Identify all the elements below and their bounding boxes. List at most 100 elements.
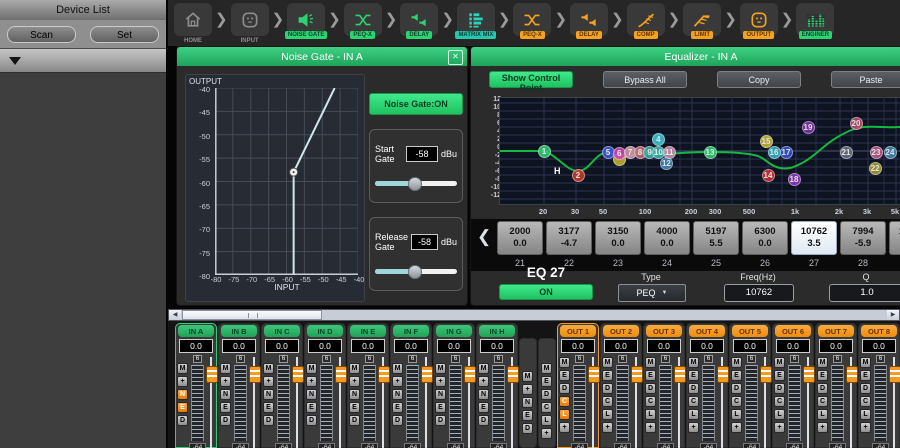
channel-tab[interactable]: OUT 1 — [560, 325, 596, 337]
channel-button-M[interactable]: M — [349, 363, 360, 374]
channel-button-+[interactable]: + — [435, 376, 446, 387]
toolbar-item-delay[interactable]: DELAY — [398, 3, 440, 39]
channel-button-L[interactable]: L — [688, 409, 699, 420]
channel-tab[interactable]: OUT 3 — [646, 325, 682, 337]
channel-button-E[interactable]: E — [541, 376, 552, 387]
channel-button-E[interactable]: E — [817, 370, 828, 381]
channel-button-+[interactable]: + — [817, 422, 828, 433]
channel-value-display[interactable]: 0.0 — [690, 339, 724, 353]
channel-button-+[interactable]: + — [349, 376, 360, 387]
channel-button-+[interactable]: + — [306, 376, 317, 387]
eq-point-14[interactable]: 14 — [762, 169, 775, 182]
paste-button[interactable]: Paste — [831, 71, 900, 88]
channel-button-+[interactable]: + — [177, 376, 188, 387]
channel-value-display[interactable]: 0.0 — [222, 339, 256, 353]
eq-freq-field[interactable]: 10762 — [724, 284, 794, 302]
channel-button-C[interactable]: C — [559, 396, 570, 407]
eq-point-2[interactable]: 2 — [572, 169, 585, 182]
channel-button-D[interactable]: D — [435, 415, 446, 426]
eq-type-dropdown[interactable]: PEQ ▼ — [618, 284, 686, 302]
eq-band-29[interactable]: 143404.229 — [889, 221, 900, 268]
channel-value-display[interactable]: 0.0 — [308, 339, 342, 353]
release-gate-value-field[interactable]: -58 — [411, 234, 438, 250]
channel-value-display[interactable]: 0.0 — [480, 339, 514, 353]
channel-button-N[interactable]: N — [435, 389, 446, 400]
noise-gate-transfer-plot[interactable] — [215, 88, 358, 275]
channel-button-D[interactable]: D — [860, 383, 871, 394]
channel-button-+[interactable]: + — [263, 376, 274, 387]
channel-button-E[interactable]: E — [645, 370, 656, 381]
toolbar-item-comp[interactable]: COMP — [625, 3, 667, 39]
channel-tab[interactable]: IN A — [178, 325, 214, 337]
channel-tab[interactable]: IN D — [307, 325, 343, 337]
fader-thumb[interactable] — [464, 366, 476, 383]
channel-tab[interactable]: IN H — [479, 325, 515, 337]
channel-button-L[interactable]: L — [774, 409, 785, 420]
channel-button-C[interactable]: C — [602, 396, 613, 407]
fader-thumb[interactable] — [631, 366, 643, 383]
channel-button-C[interactable]: C — [645, 396, 656, 407]
channel-button-D[interactable]: D — [478, 415, 489, 426]
eq-point-17[interactable]: 17 — [780, 146, 793, 159]
channel-tab[interactable]: OUT 5 — [732, 325, 768, 337]
channel-button-L[interactable]: L — [645, 409, 656, 420]
channel-button-M[interactable]: M — [602, 357, 613, 368]
channel-button-E[interactable]: E — [688, 370, 699, 381]
eq-band-22[interactable]: 3177-4.722 — [546, 221, 592, 268]
channel-button-N[interactable]: N — [220, 389, 231, 400]
eq-point-4[interactable]: 4 — [652, 133, 665, 146]
channel-tab[interactable]: OUT 8 — [861, 325, 897, 337]
channel-button-D[interactable]: D — [602, 383, 613, 394]
channel-button-D[interactable]: D — [263, 415, 274, 426]
channel-button-M[interactable]: M — [688, 357, 699, 368]
eq-point-23[interactable]: 23 — [870, 146, 883, 159]
start-gate-value-field[interactable]: -58 — [406, 146, 438, 162]
channel-button-E[interactable]: E — [263, 402, 274, 413]
channel-button-+[interactable]: + — [860, 422, 871, 433]
channel-button-L[interactable]: L — [559, 409, 570, 420]
channel-button-D[interactable]: D — [220, 415, 231, 426]
eq-band-24[interactable]: 40000.024 — [644, 221, 690, 268]
channel-button-+[interactable]: + — [392, 376, 403, 387]
copy-button[interactable]: Copy — [717, 71, 801, 88]
channel-value-display[interactable]: 0.0 — [647, 339, 681, 353]
eq-point-24[interactable]: 24 — [884, 146, 897, 159]
bypass-all-button[interactable]: Bypass All — [603, 71, 687, 88]
close-icon[interactable]: ✕ — [448, 50, 463, 65]
channel-value-display[interactable]: 0.0 — [776, 339, 810, 353]
channel-tab[interactable]: OUT 2 — [603, 325, 639, 337]
release-gate-slider[interactable] — [375, 264, 457, 278]
channel-button-D[interactable]: D — [559, 383, 570, 394]
channel-button-E[interactable]: E — [478, 402, 489, 413]
fader-thumb[interactable] — [674, 366, 686, 383]
channel-tab[interactable]: IN G — [436, 325, 472, 337]
channel-button-D[interactable]: D — [774, 383, 785, 394]
channel-tab[interactable]: IN F — [393, 325, 429, 337]
fader-thumb[interactable] — [717, 366, 729, 383]
channel-button-M[interactable]: M — [559, 357, 570, 368]
channel-button-M[interactable]: M — [774, 357, 785, 368]
channel-button-+[interactable]: + — [774, 422, 785, 433]
channel-button-D[interactable]: D — [731, 383, 742, 394]
channel-button-N[interactable]: N — [177, 389, 188, 400]
channel-value-display[interactable]: 0.0 — [604, 339, 638, 353]
device-tree-expander[interactable] — [0, 48, 166, 73]
channel-button-L[interactable]: L — [602, 409, 613, 420]
fader-thumb[interactable] — [760, 366, 772, 383]
channel-button-M[interactable]: M — [541, 363, 552, 374]
channel-value-display[interactable]: 0.0 — [179, 339, 213, 353]
toolbar-item-peq-x[interactable]: PEQ-X — [342, 3, 384, 39]
channel-button-C[interactable]: C — [731, 396, 742, 407]
channel-button-D[interactable]: D — [392, 415, 403, 426]
channel-value-display[interactable]: 0.0 — [819, 339, 853, 353]
set-button[interactable]: Set — [90, 26, 159, 43]
channel-tab[interactable]: IN C — [264, 325, 300, 337]
channel-button-N[interactable]: N — [306, 389, 317, 400]
eq-band-27[interactable]: 107623.527 — [791, 221, 837, 268]
channel-button-M[interactable]: M — [392, 363, 403, 374]
channel-button-M[interactable]: M — [263, 363, 274, 374]
channel-button-M[interactable]: M — [306, 363, 317, 374]
scan-button[interactable]: Scan — [7, 26, 76, 43]
channel-button-M[interactable]: M — [860, 357, 871, 368]
toolbar-item-limit[interactable]: LIMIT — [681, 3, 723, 39]
